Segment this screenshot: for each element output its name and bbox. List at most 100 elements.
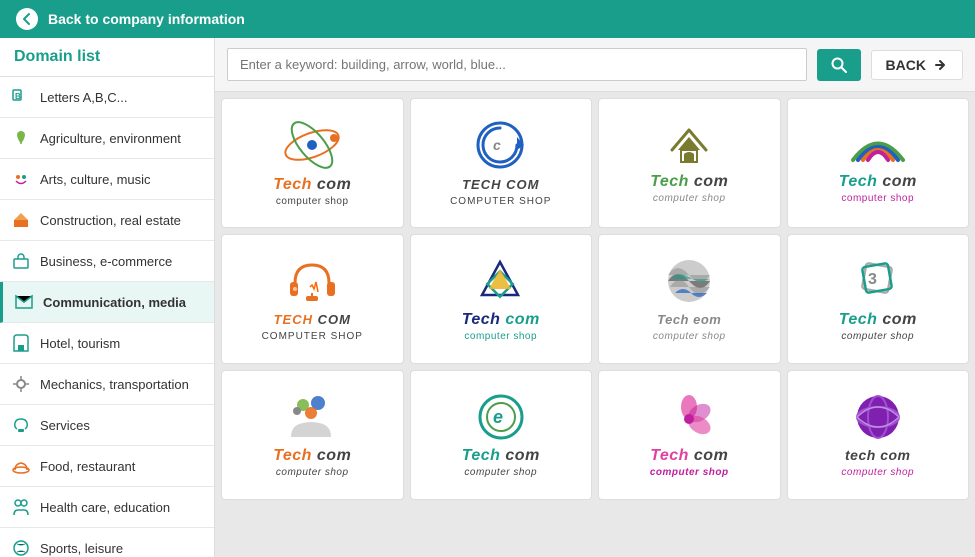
back-arrow-icon[interactable] xyxy=(16,8,38,30)
health-icon xyxy=(10,496,32,518)
logo-subtext-10: computer shop xyxy=(464,467,537,478)
sidebar-item-sports-label: Sports, leisure xyxy=(40,541,123,556)
logo-text-7: Tech eom xyxy=(657,311,721,329)
sidebar-item-business[interactable]: Business, e-commerce xyxy=(0,241,214,282)
agriculture-icon xyxy=(10,127,32,149)
sidebar-item-construction[interactable]: Construction, real estate xyxy=(0,200,214,241)
sidebar-item-services-label: Services xyxy=(40,418,90,433)
svg-text:B: B xyxy=(15,92,21,101)
sidebar-item-communication[interactable]: Communication, media xyxy=(0,282,214,323)
logo-subtext-2: COMPUTER SHOP xyxy=(450,196,551,207)
svg-text:3: 3 xyxy=(868,271,877,288)
mechanics-icon xyxy=(10,373,32,395)
logo-inner-7: Tech eom computer shop xyxy=(653,257,726,342)
back-arrow-right-icon xyxy=(932,57,948,73)
sidebar-item-letters-label: Letters A,B,C... xyxy=(40,90,127,105)
triangle-arrows-icon xyxy=(473,257,528,305)
logo-inner-3: Tech com computer shop xyxy=(650,122,728,204)
sidebar-title: Domain list xyxy=(0,38,214,77)
sidebar-item-health[interactable]: Health care, education xyxy=(0,487,214,528)
team-icon xyxy=(283,393,341,441)
logo-inner-10: e Tech com computer shop xyxy=(462,393,540,478)
logo-text-10: Tech com xyxy=(462,447,540,465)
sidebar-item-services[interactable]: Services xyxy=(0,405,214,446)
construction-icon xyxy=(10,209,32,231)
sidebar-item-business-label: Business, e-commerce xyxy=(40,254,172,269)
top-bar: Back to company information xyxy=(0,0,975,38)
globe-icon xyxy=(852,393,904,441)
logo-grid-wrapper: Tech com computer shop c xyxy=(215,92,975,557)
logo-text-9: Tech com xyxy=(273,447,351,465)
main-layout: Domain list B Letters A,B,C... Agricultu… xyxy=(0,38,975,557)
svg-text:c: c xyxy=(493,137,501,153)
logo-card-6[interactable]: Tech com computer shop xyxy=(410,234,593,364)
logo-subtext-11: computer shop xyxy=(650,467,729,478)
logo-card-5[interactable]: TECH COM COMPUTER SHOP xyxy=(221,234,404,364)
sidebar-item-sports[interactable]: Sports, leisure xyxy=(0,528,214,557)
logo-card-7[interactable]: Tech eom computer shop xyxy=(598,234,781,364)
logo-subtext-8: computer shop xyxy=(841,331,914,342)
circle-c-icon: c xyxy=(473,120,528,170)
logo-card-2[interactable]: c Tech com COMPUTER SHOP xyxy=(410,98,593,228)
back-to-company-label: Back to company information xyxy=(48,11,245,27)
sidebar-item-communication-label: Communication, media xyxy=(43,295,186,310)
logo-inner-12: tech com computer shop xyxy=(841,393,914,478)
logo-inner-2: c Tech com COMPUTER SHOP xyxy=(450,120,551,207)
sphere-stripes-icon xyxy=(663,257,715,305)
sidebar-item-mechanics[interactable]: Mechanics, transportation xyxy=(0,364,214,405)
logo-subtext-3: computer shop xyxy=(653,193,726,204)
logo-inner-11: Tech com computer shop xyxy=(650,393,729,478)
logo-card-12[interactable]: tech com computer shop xyxy=(787,370,970,500)
logo-text-11: Tech com xyxy=(650,447,728,465)
logo-card-3[interactable]: Tech com computer shop xyxy=(598,98,781,228)
sidebar-item-food[interactable]: Food, restaurant xyxy=(0,446,214,487)
logo-inner-8: 3 Tech com computer shop xyxy=(839,257,917,342)
logo-card-8[interactable]: 3 Tech com computer shop xyxy=(787,234,970,364)
search-bar: BACK xyxy=(215,38,975,92)
logo-text-4: Tech com xyxy=(839,173,917,191)
logo-card-9[interactable]: Tech com computer shop xyxy=(221,370,404,500)
sidebar-item-arts[interactable]: Arts, culture, music xyxy=(0,159,214,200)
logo-subtext-12: computer shop xyxy=(841,467,914,478)
sidebar-item-letters[interactable]: B Letters A,B,C... xyxy=(0,77,214,118)
logo-subtext-4: computer shop xyxy=(841,193,914,204)
sidebar-item-hotel[interactable]: Hotel, tourism xyxy=(0,323,214,364)
sidebar-item-agriculture-label: Agriculture, environment xyxy=(40,131,181,146)
logo-inner-9: Tech com computer shop xyxy=(273,393,351,478)
headphones-icon xyxy=(285,257,340,305)
svg-text:e: e xyxy=(493,407,503,427)
logo-text-1: Tech com xyxy=(273,176,351,194)
house-arch-icon xyxy=(662,122,717,167)
search-icon xyxy=(831,57,847,73)
back-label: BACK xyxy=(886,57,926,73)
hotel-icon xyxy=(10,332,32,354)
logo-inner-5: TECH COM COMPUTER SHOP xyxy=(262,257,363,342)
sports-icon xyxy=(10,537,32,557)
arts-icon xyxy=(10,168,32,190)
sidebar-item-arts-label: Arts, culture, music xyxy=(40,172,151,187)
sidebar: Domain list B Letters A,B,C... Agricultu… xyxy=(0,38,215,557)
search-button[interactable] xyxy=(817,49,861,81)
logo-card-10[interactable]: e Tech com computer shop xyxy=(410,370,593,500)
logo-text-3: Tech com xyxy=(650,173,728,191)
logo-text-8: Tech com xyxy=(839,311,917,329)
logo-text-2: Tech com xyxy=(462,176,539,194)
sidebar-item-health-label: Health care, education xyxy=(40,500,170,515)
rainbow-arch-icon xyxy=(848,122,908,167)
sidebar-item-food-label: Food, restaurant xyxy=(40,459,135,474)
flower-icon xyxy=(663,393,715,441)
letters-icon: B xyxy=(10,86,32,108)
logo-card-11[interactable]: Tech com computer shop xyxy=(598,370,781,500)
logo-text-6: Tech com xyxy=(462,311,540,329)
logo-card-4[interactable]: Tech com computer shop xyxy=(787,98,970,228)
search-input[interactable] xyxy=(227,48,807,81)
sidebar-item-agriculture[interactable]: Agriculture, environment xyxy=(0,118,214,159)
logo-subtext-7: computer shop xyxy=(653,331,726,342)
logo-card-1[interactable]: Tech com computer shop xyxy=(221,98,404,228)
logo-subtext-9: computer shop xyxy=(276,467,349,478)
sidebar-item-construction-label: Construction, real estate xyxy=(40,213,181,228)
business-icon xyxy=(10,250,32,272)
back-button[interactable]: BACK xyxy=(871,50,963,80)
logo-inner-4: Tech com computer shop xyxy=(839,122,917,204)
logo-text-12: tech com xyxy=(845,447,910,465)
